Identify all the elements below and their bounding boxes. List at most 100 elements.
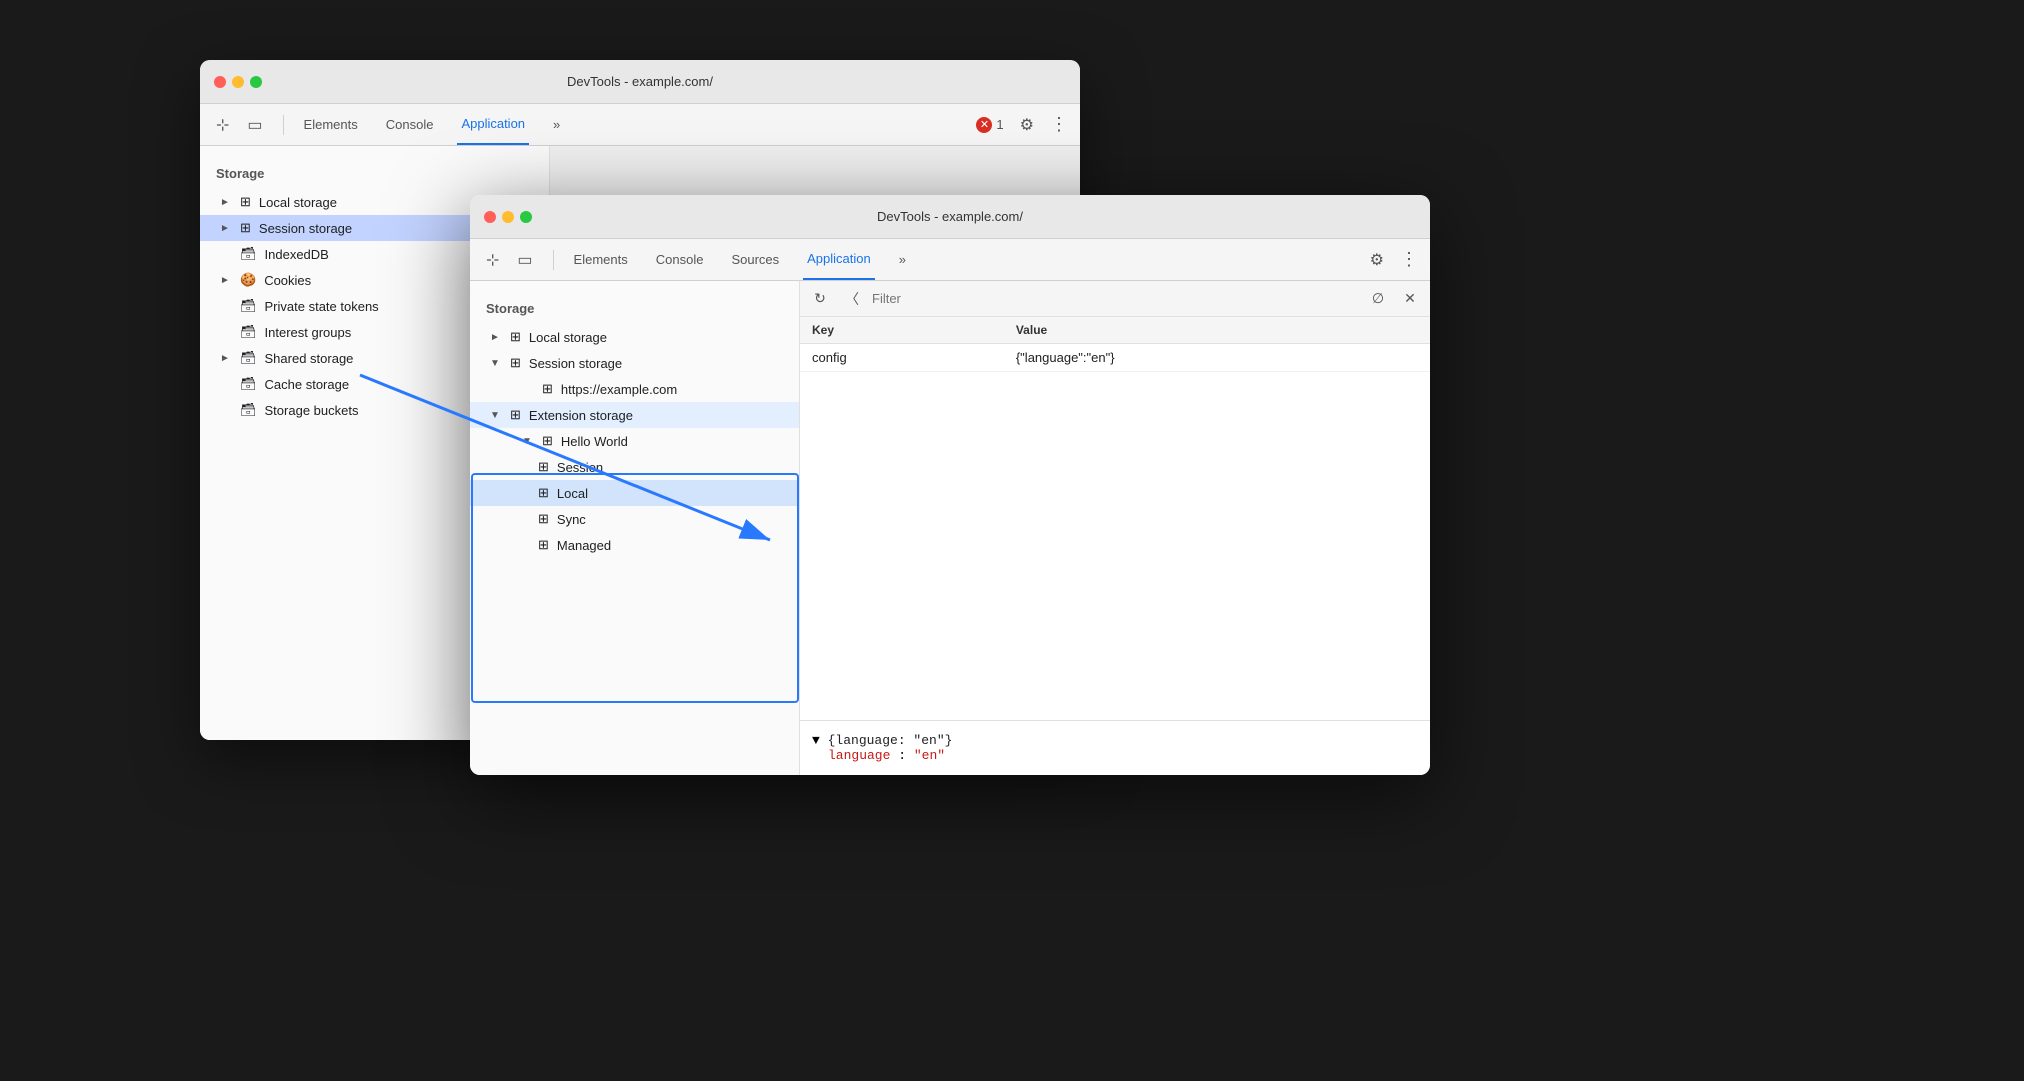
chevron-local: ► xyxy=(490,332,502,343)
chevron-hello: ▼ xyxy=(522,436,534,447)
minimize-button-front[interactable] xyxy=(502,211,514,223)
error-icon-back: ✕ xyxy=(976,117,992,133)
tab-elements-front[interactable]: Elements xyxy=(570,239,632,280)
minimize-button-back[interactable] xyxy=(232,76,244,88)
sidebar-item-example-com[interactable]: ► ⊞ https://example.com xyxy=(470,376,799,402)
error-badge-back: ✕ 1 xyxy=(976,117,1003,133)
storage-section-label-front: Storage xyxy=(470,297,799,324)
cookies-label-back: Cookies xyxy=(264,273,311,288)
local-storage-label-back: Local storage xyxy=(259,195,337,210)
table-icon-local: ⊞ xyxy=(510,329,521,345)
data-table: Key Value config {"language":"en"} xyxy=(800,317,1430,372)
table-row[interactable]: config {"language":"en"} xyxy=(800,344,1430,372)
devtools-window-front: DevTools - example.com/ ⊹ ▭ Elements Con… xyxy=(470,195,1430,775)
close-button-front[interactable] xyxy=(484,211,496,223)
chevron-right-icon: ► xyxy=(220,197,232,208)
sidebar-item-session-storage-front[interactable]: ▼ ⊞ Session storage xyxy=(470,350,799,376)
cursor-icon-front[interactable]: ⊹ xyxy=(482,246,503,274)
toolbar-back: ⊹ ▭ Elements Console Application » ✕ 1 ⚙… xyxy=(200,104,1080,146)
more-icon-front[interactable]: ⋮ xyxy=(1400,249,1418,270)
close-button[interactable]: ✕ xyxy=(1398,287,1422,311)
toolbar-icons-front: ⊹ ▭ xyxy=(482,246,537,274)
chevron-session: ▼ xyxy=(490,358,502,369)
sidebar-item-local-storage-front[interactable]: ► ⊞ Local storage xyxy=(470,324,799,350)
cylinder-icon-6: 🗃 xyxy=(240,402,257,418)
shared-storage-label-back: Shared storage xyxy=(265,351,354,366)
toolbar-tabs-back: Elements Console Application » xyxy=(300,104,565,145)
preview-property-value: "en" xyxy=(914,748,945,763)
interest-groups-label-back: Interest groups xyxy=(265,325,352,340)
filter-icon: 〈 xyxy=(840,287,864,311)
refresh-button[interactable]: ↻ xyxy=(808,287,832,311)
sidebar-item-managed[interactable]: ⊞ Managed xyxy=(470,532,799,558)
clear-button[interactable]: ∅ xyxy=(1366,287,1390,311)
toolbar-front: ⊹ ▭ Elements Console Sources Application… xyxy=(470,239,1430,281)
tab-elements-back[interactable]: Elements xyxy=(300,104,362,145)
sidebar-item-hello-world[interactable]: ▼ ⊞ Hello World xyxy=(470,428,799,454)
table-icon-loc: ⊞ xyxy=(538,485,549,501)
value-cell: {"language":"en"} xyxy=(1004,344,1430,372)
table-icon-ext: ⊞ xyxy=(510,407,521,423)
table-icon-mgd: ⊞ xyxy=(538,537,549,553)
more-tabs-front[interactable]: » xyxy=(895,239,910,280)
preview-root-row: ▼ {language: "en"} xyxy=(812,733,1418,748)
preview-panel: ▼ {language: "en"} language : "en" xyxy=(800,720,1430,775)
close-button-back[interactable] xyxy=(214,76,226,88)
private-state-label-back: Private state tokens xyxy=(265,299,379,314)
maximize-button-back[interactable] xyxy=(250,76,262,88)
sidebar-item-sync[interactable]: ⊞ Sync xyxy=(470,506,799,532)
traffic-lights-front xyxy=(484,211,532,223)
more-tabs-back[interactable]: » xyxy=(549,104,564,145)
toolbar-right-back: ✕ 1 ⚙ ⋮ xyxy=(976,111,1068,139)
more-icon-back[interactable]: ⋮ xyxy=(1050,114,1068,135)
settings-icon-front[interactable]: ⚙ xyxy=(1366,246,1388,274)
device-icon[interactable]: ▭ xyxy=(243,111,266,139)
hello-world-label: Hello World xyxy=(561,434,628,449)
storage-section-label-back: Storage xyxy=(200,162,549,189)
titlebar-front: DevTools - example.com/ xyxy=(470,195,1430,239)
cylinder-icon-4: 🗃 xyxy=(240,350,257,366)
preview-property-name: language xyxy=(828,748,890,763)
example-com-label: https://example.com xyxy=(561,382,677,397)
session-storage-label-back: Session storage xyxy=(259,221,352,236)
settings-icon-back[interactable]: ⚙ xyxy=(1016,111,1038,139)
session-storage-label-front: Session storage xyxy=(529,356,622,371)
managed-label: Managed xyxy=(557,538,611,553)
preview-property-row: language : "en" xyxy=(812,748,1418,763)
error-count-back: 1 xyxy=(996,117,1003,132)
table-icon: ⊞ xyxy=(240,194,251,210)
sidebar-item-extension-storage[interactable]: ▼ ⊞ Extension storage xyxy=(470,402,799,428)
toolbar-right-front: ⚙ ⋮ xyxy=(1366,246,1418,274)
chevron-right-icon-3: ► xyxy=(220,275,232,286)
local-storage-label-front: Local storage xyxy=(529,330,607,345)
main-panel: ↻ 〈 ∅ ✕ Key Value conf xyxy=(800,281,1430,775)
sidebar-item-session[interactable]: ⊞ Session xyxy=(470,454,799,480)
tab-console-front[interactable]: Console xyxy=(652,239,708,280)
cylinder-icon: 🗃 xyxy=(240,246,257,262)
sidebar-front: Storage ► ⊞ Local storage ▼ ⊞ Session st… xyxy=(470,281,800,775)
cylinder-icon-3: 🗃 xyxy=(240,324,257,340)
sync-label: Sync xyxy=(557,512,586,527)
table-icon-sync: ⊞ xyxy=(538,511,549,527)
cursor-icon[interactable]: ⊹ xyxy=(212,111,233,139)
toolbar-icons-back: ⊹ ▭ xyxy=(212,111,267,139)
value-column-header: Value xyxy=(1004,317,1430,344)
maximize-button-front[interactable] xyxy=(520,211,532,223)
toolbar-divider-back xyxy=(283,115,284,135)
tab-sources-front[interactable]: Sources xyxy=(727,239,783,280)
toolbar-divider-front xyxy=(553,250,554,270)
filter-input[interactable] xyxy=(872,291,1358,306)
cylinder-icon-2: 🗃 xyxy=(240,298,257,314)
tab-console-back[interactable]: Console xyxy=(382,104,438,145)
device-icon-front[interactable]: ▭ xyxy=(513,246,536,274)
devtools-content-front: Storage ► ⊞ Local storage ▼ ⊞ Session st… xyxy=(470,281,1430,775)
sidebar-item-local[interactable]: ⊞ Local xyxy=(470,480,799,506)
tab-application-front[interactable]: Application xyxy=(803,239,875,280)
titlebar-title-back: DevTools - example.com/ xyxy=(567,74,713,89)
tab-application-back[interactable]: Application xyxy=(457,104,529,145)
table-icon-ex: ⊞ xyxy=(542,381,553,397)
chevron-preview: ▼ xyxy=(812,733,828,748)
extension-storage-label: Extension storage xyxy=(529,408,633,423)
titlebar-title-front: DevTools - example.com/ xyxy=(877,209,1023,224)
local-label: Local xyxy=(557,486,588,501)
